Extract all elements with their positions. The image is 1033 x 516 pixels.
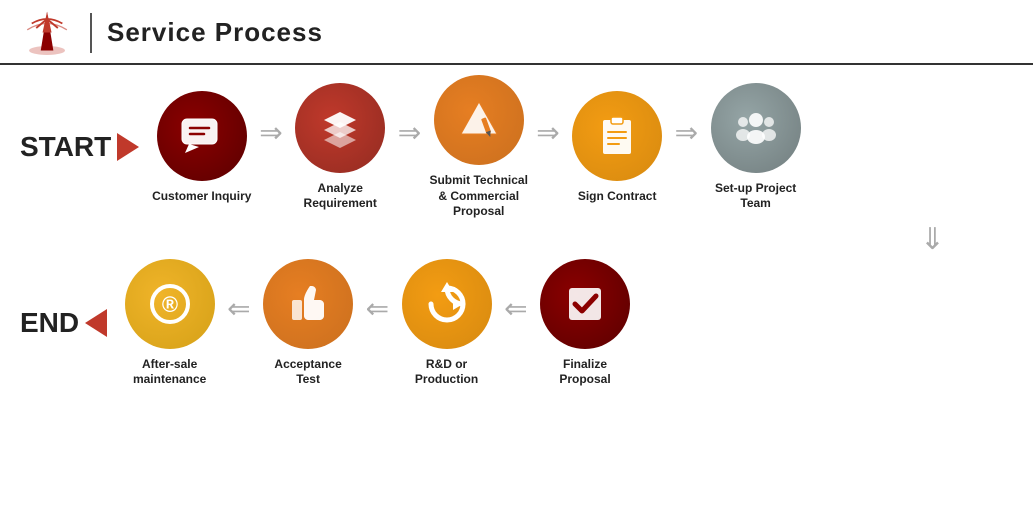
- step-circle-proposal: [434, 75, 524, 165]
- header-divider: [90, 13, 92, 53]
- step-circle-finalize: [540, 259, 630, 349]
- connector-3: ⇒: [536, 116, 559, 179]
- connector-1: ⇒: [259, 116, 282, 179]
- down-connector: ⇓: [20, 222, 1013, 257]
- step-label-team: Set-up Project Team: [701, 181, 811, 212]
- step-customer-inquiry: Customer Inquiry: [144, 91, 259, 205]
- connector-bottom-3: ⇐: [504, 292, 527, 355]
- team-icon: [730, 102, 782, 154]
- step-circle-contract: [572, 91, 662, 181]
- step-label-customer-inquiry: Customer Inquiry: [152, 189, 251, 205]
- step-setup-team: Set-up Project Team: [698, 83, 813, 212]
- step-submit-proposal: Submit Technical& CommercialProposal: [421, 75, 536, 220]
- arrow-right-icon-2: ⇒: [398, 116, 421, 149]
- step-circle-analyze: [295, 83, 385, 173]
- clipboard-icon: [591, 110, 643, 162]
- connector-2: ⇒: [398, 116, 421, 179]
- arrow-left-icon-1: ⇐: [227, 292, 250, 325]
- step-label-aftersale: After-sale maintenance: [115, 357, 225, 388]
- step-sign-contract: Sign Contract: [560, 91, 675, 205]
- top-row: START Customer Inquiry ⇒: [20, 75, 1013, 220]
- step-label-contract: Sign Contract: [578, 189, 657, 205]
- process-diagram: START Customer Inquiry ⇒: [0, 75, 1033, 388]
- arrow-down-icon: ⇓: [920, 222, 945, 257]
- arrow-right-icon-4: ⇒: [675, 116, 698, 149]
- step-label-rd: R&D orProduction: [415, 357, 478, 388]
- layers-icon: [314, 102, 366, 154]
- step-label-proposal: Submit Technical& CommercialProposal: [429, 173, 527, 220]
- logo-icon: [20, 10, 75, 55]
- step-circle-acceptance: [263, 259, 353, 349]
- step-finalize: FinalizeProposal: [528, 259, 643, 388]
- step-label-finalize: FinalizeProposal: [559, 357, 610, 388]
- svg-text:®: ®: [162, 292, 178, 317]
- ruler-icon: [453, 94, 505, 146]
- step-rd-production: R&D orProduction: [389, 259, 504, 388]
- page-title: Service Process: [107, 17, 323, 48]
- step-analyze-requirement: Analyze Requirement: [283, 83, 398, 212]
- thumbsup-icon: [282, 278, 334, 330]
- arrow-left-icon-3: ⇐: [504, 292, 527, 325]
- chat-icon: [177, 111, 227, 161]
- step-circle-customer-inquiry: [157, 91, 247, 181]
- step-label-acceptance: AcceptanceTest: [274, 357, 341, 388]
- page-header: Service Process: [0, 0, 1033, 65]
- start-arrow-icon: [117, 133, 139, 161]
- arrow-left-icon-2: ⇐: [366, 292, 389, 325]
- end-arrow-icon: [85, 309, 107, 337]
- step-acceptance: AcceptanceTest: [251, 259, 366, 388]
- arrow-right-icon-3: ⇒: [536, 116, 559, 149]
- step-label-analyze: Analyze Requirement: [285, 181, 395, 212]
- connector-bottom-2: ⇐: [366, 292, 389, 355]
- logo: [20, 10, 75, 55]
- step-circle-aftersale: ®: [125, 259, 215, 349]
- registered-icon: ®: [144, 278, 196, 330]
- refresh-icon: [421, 278, 473, 330]
- bottom-row: END ® After-sale maintenance ⇐: [20, 259, 1013, 388]
- step-aftersale: ® After-sale maintenance: [112, 259, 227, 388]
- connector-bottom-1: ⇐: [227, 292, 250, 355]
- arrow-right-icon-1: ⇒: [259, 116, 282, 149]
- end-label: END: [20, 307, 107, 339]
- connector-4: ⇒: [675, 116, 698, 179]
- step-circle-rd: [402, 259, 492, 349]
- checkbox-icon: [559, 278, 611, 330]
- start-label: START: [20, 131, 139, 163]
- step-circle-team: [711, 83, 801, 173]
